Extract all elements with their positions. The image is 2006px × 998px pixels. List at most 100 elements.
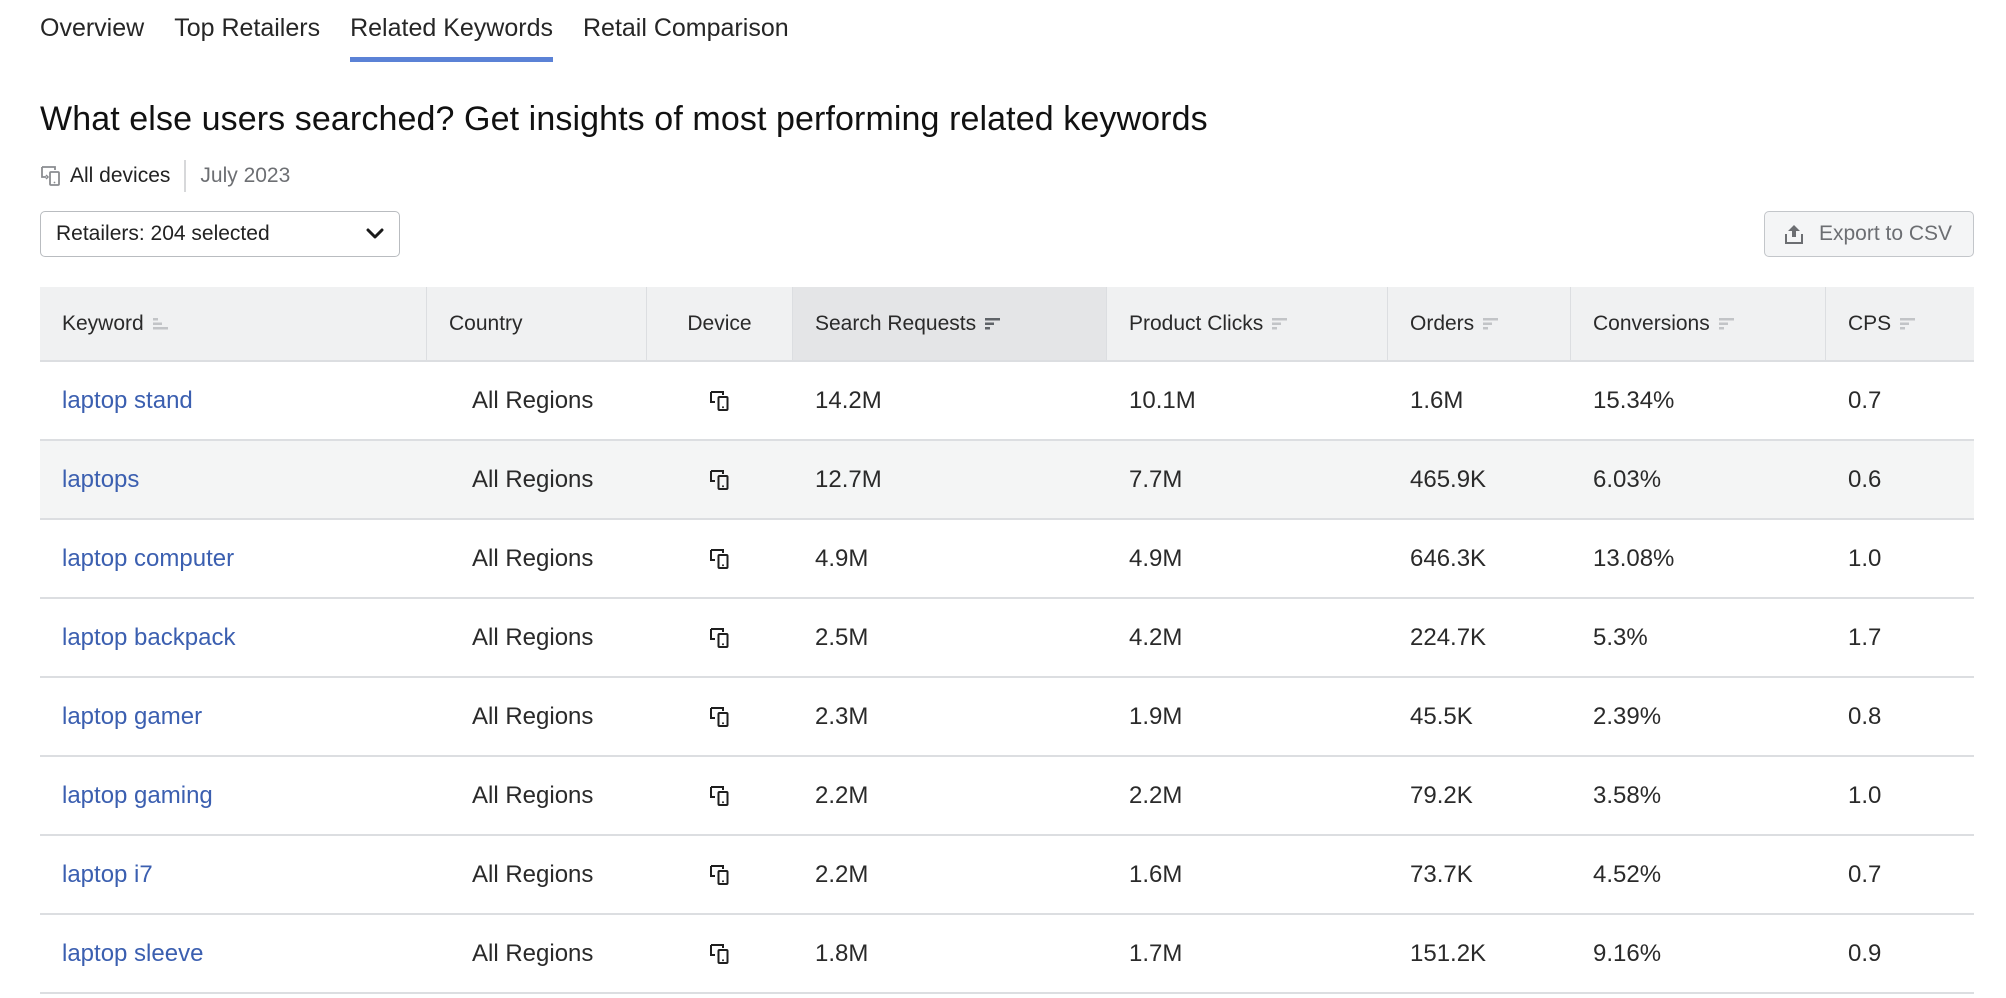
- column-header-country: Country: [427, 287, 647, 360]
- table-row[interactable]: laptop gamer All Regions 2.3M 1.9M 45.5K…: [40, 678, 1974, 757]
- table-row[interactable]: laptop i7 All Regions 2.2M 1.6M 73.7K 4.…: [40, 836, 1974, 915]
- keyword-link[interactable]: laptop stand: [62, 387, 193, 414]
- conversions-cell: 15.34%: [1593, 386, 1675, 414]
- tab-related-keywords[interactable]: Related Keywords: [350, 10, 553, 62]
- tab-retail-comparison[interactable]: Retail Comparison: [583, 10, 789, 62]
- keyword-cell: laptop computer: [40, 545, 427, 573]
- search-requests-cell: 1.8M: [815, 939, 869, 967]
- sort-descending-icon: [1718, 317, 1734, 329]
- table-row[interactable]: laptop gaming All Regions 2.2M 2.2M 79.2…: [40, 757, 1974, 836]
- sort-descending-icon: [1272, 317, 1288, 329]
- country-cell: All Regions: [472, 386, 594, 414]
- page-title: What else users searched? Get insights o…: [40, 100, 1208, 138]
- devices-filter-label: All devices: [70, 164, 171, 187]
- column-header-product-clicks[interactable]: Product Clicks: [1107, 287, 1388, 360]
- orders-cell: 151.2K: [1410, 939, 1487, 967]
- country-cell: All Regions: [472, 860, 594, 888]
- cps-cell: 0.7: [1848, 386, 1882, 414]
- conversions-cell: 9.16%: [1593, 939, 1662, 967]
- conversions-cell: 3.58%: [1593, 781, 1662, 809]
- orders-cell: 646.3K: [1410, 544, 1487, 572]
- orders-cell: 465.9K: [1410, 465, 1487, 493]
- product-clicks-cell: 1.9M: [1129, 702, 1183, 730]
- column-header-orders[interactable]: Orders: [1388, 287, 1571, 360]
- device-cell: [647, 943, 793, 965]
- column-label: Keyword: [62, 311, 144, 335]
- table-header: Keyword Country Device Search Requests P…: [40, 287, 1974, 362]
- keyword-cell: laptop gamer: [40, 703, 427, 731]
- orders-cell: 1.6M: [1410, 386, 1464, 414]
- export-csv-button[interactable]: Export to CSV: [1764, 211, 1974, 257]
- devices-icon: [710, 390, 729, 411]
- device-cell: [647, 390, 793, 412]
- upload-icon: [1785, 225, 1803, 244]
- keyword-link[interactable]: laptop gaming: [62, 782, 213, 809]
- tab-top-retailers[interactable]: Top Retailers: [174, 10, 320, 62]
- keyword-cell: laptops: [40, 466, 427, 494]
- product-clicks-cell: 1.6M: [1129, 860, 1183, 888]
- retailers-dropdown[interactable]: Retailers: 204 selected: [40, 211, 400, 257]
- cps-cell: 0.6: [1848, 465, 1882, 493]
- conversions-cell: 13.08%: [1593, 544, 1675, 572]
- table-row[interactable]: laptops All Regions 12.7M 7.7M 465.9K 6.…: [40, 441, 1974, 520]
- country-cell: All Regions: [472, 939, 594, 967]
- keyword-cell: laptop backpack: [40, 624, 427, 652]
- devices-icon: [710, 706, 729, 727]
- device-cell: [647, 706, 793, 728]
- country-cell: All Regions: [472, 781, 594, 809]
- table-row[interactable]: laptop stand All Regions 14.2M 10.1M 1.6…: [40, 362, 1974, 441]
- table-row[interactable]: laptop computer All Regions 4.9M 4.9M 64…: [40, 520, 1974, 599]
- country-cell: All Regions: [472, 544, 594, 572]
- column-label: Conversions: [1593, 311, 1710, 335]
- device-cell: [647, 785, 793, 807]
- conversions-cell: 2.39%: [1593, 702, 1662, 730]
- product-clicks-cell: 4.2M: [1129, 623, 1183, 651]
- column-label: Search Requests: [815, 311, 977, 335]
- export-csv-label: Export to CSV: [1819, 222, 1953, 245]
- table-row[interactable]: laptop sleeve All Regions 1.8M 1.7M 151.…: [40, 915, 1974, 994]
- report-date: July 2023: [200, 164, 291, 187]
- keyword-cell: laptop sleeve: [40, 940, 427, 968]
- keyword-link[interactable]: laptop backpack: [62, 624, 235, 651]
- column-header-search-requests[interactable]: Search Requests: [793, 287, 1107, 360]
- cps-cell: 1.0: [1848, 781, 1882, 809]
- search-requests-cell: 2.3M: [815, 702, 869, 730]
- column-label: Orders: [1410, 311, 1475, 335]
- product-clicks-cell: 2.2M: [1129, 781, 1183, 809]
- sort-descending-icon: [1900, 317, 1916, 329]
- product-clicks-cell: 10.1M: [1129, 386, 1196, 414]
- column-header-cps[interactable]: CPS: [1826, 287, 1974, 360]
- table-row[interactable]: laptop backpack All Regions 2.5M 4.2M 22…: [40, 599, 1974, 678]
- search-requests-cell: 2.2M: [815, 781, 869, 809]
- orders-cell: 224.7K: [1410, 623, 1487, 651]
- tab-overview[interactable]: Overview: [40, 10, 144, 62]
- column-header-keyword[interactable]: Keyword: [40, 287, 427, 360]
- related-keywords-table: Keyword Country Device Search Requests P…: [40, 287, 1974, 994]
- column-label: Product Clicks: [1129, 311, 1264, 335]
- cps-cell: 0.7: [1848, 860, 1882, 888]
- column-label: CPS: [1848, 311, 1892, 335]
- keyword-link[interactable]: laptop i7: [62, 861, 153, 888]
- devices-icon: [710, 469, 729, 490]
- tab-bar: Overview Top Retailers Related Keywords …: [40, 10, 819, 62]
- device-cell: [647, 627, 793, 649]
- column-label: Country: [449, 311, 523, 335]
- column-header-device: Device: [647, 287, 793, 360]
- column-header-conversions[interactable]: Conversions: [1571, 287, 1826, 360]
- devices-icon: [710, 943, 729, 964]
- keyword-link[interactable]: laptop sleeve: [62, 940, 203, 967]
- keyword-link[interactable]: laptop gamer: [62, 703, 202, 730]
- devices-icon: [40, 165, 64, 187]
- conversions-cell: 4.52%: [1593, 860, 1662, 888]
- sort-descending-icon: [985, 317, 1001, 329]
- orders-cell: 79.2K: [1410, 781, 1473, 809]
- keyword-link[interactable]: laptops: [62, 466, 139, 493]
- keyword-link[interactable]: laptop computer: [62, 545, 234, 572]
- chevron-down-icon: [366, 228, 384, 239]
- retailers-dropdown-label: Retailers: 204 selected: [56, 222, 270, 245]
- keyword-cell: laptop i7: [40, 861, 427, 889]
- devices-icon: [710, 785, 729, 806]
- table-body: laptop stand All Regions 14.2M 10.1M 1.6…: [40, 362, 1974, 994]
- product-clicks-cell: 4.9M: [1129, 544, 1183, 572]
- orders-cell: 73.7K: [1410, 860, 1473, 888]
